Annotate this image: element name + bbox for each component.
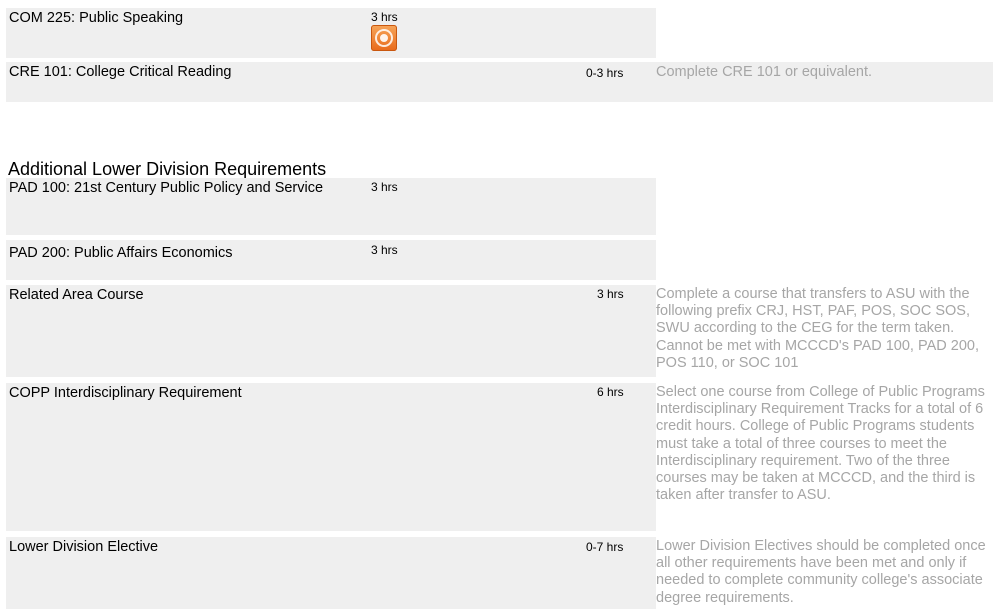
course-hours: 0-7 hrs (586, 540, 624, 554)
requirement-note: Select one course from College of Public… (656, 384, 985, 504)
requirement-note: Complete CRE 101 or equivalent. (656, 64, 873, 80)
section-title: Additional Lower Division Requirements (8, 159, 327, 179)
audio-play-icon[interactable] (371, 25, 397, 51)
course-row-com225: COM 225: Public Speaking (6, 8, 656, 58)
course-row-copp: COPP Interdisciplinary Requirement (6, 383, 656, 531)
course-row-related-area: Related Area Course (6, 285, 656, 377)
course-title: CRE 101: College Critical Reading (9, 64, 232, 80)
course-hours: 3 hrs (371, 180, 398, 194)
course-hours: 3 hrs (371, 243, 398, 257)
course-title: Related Area Course (9, 287, 144, 303)
course-title: Lower Division Elective (9, 539, 159, 555)
course-hours: 3 hrs (597, 287, 624, 301)
course-hours: 6 hrs (597, 385, 624, 399)
course-hours: 0-3 hrs (586, 66, 624, 80)
requirement-note: Complete a course that transfers to ASU … (656, 286, 979, 371)
course-hours: 3 hrs (371, 10, 398, 24)
course-row-pad200: PAD 200: Public Affairs Economics (6, 240, 656, 280)
course-title: COM 225: Public Speaking (9, 10, 184, 26)
course-title: PAD 100: 21st Century Public Policy and … (9, 180, 324, 196)
course-row-pad100: PAD 100: 21st Century Public Policy and … (6, 178, 656, 235)
course-title: COPP Interdisciplinary Requirement (9, 385, 242, 401)
course-title: PAD 200: Public Affairs Economics (9, 245, 233, 261)
course-row-lower-division-elective: Lower Division Elective (6, 537, 656, 609)
requirement-note: Lower Division Electives should be compl… (656, 538, 986, 606)
